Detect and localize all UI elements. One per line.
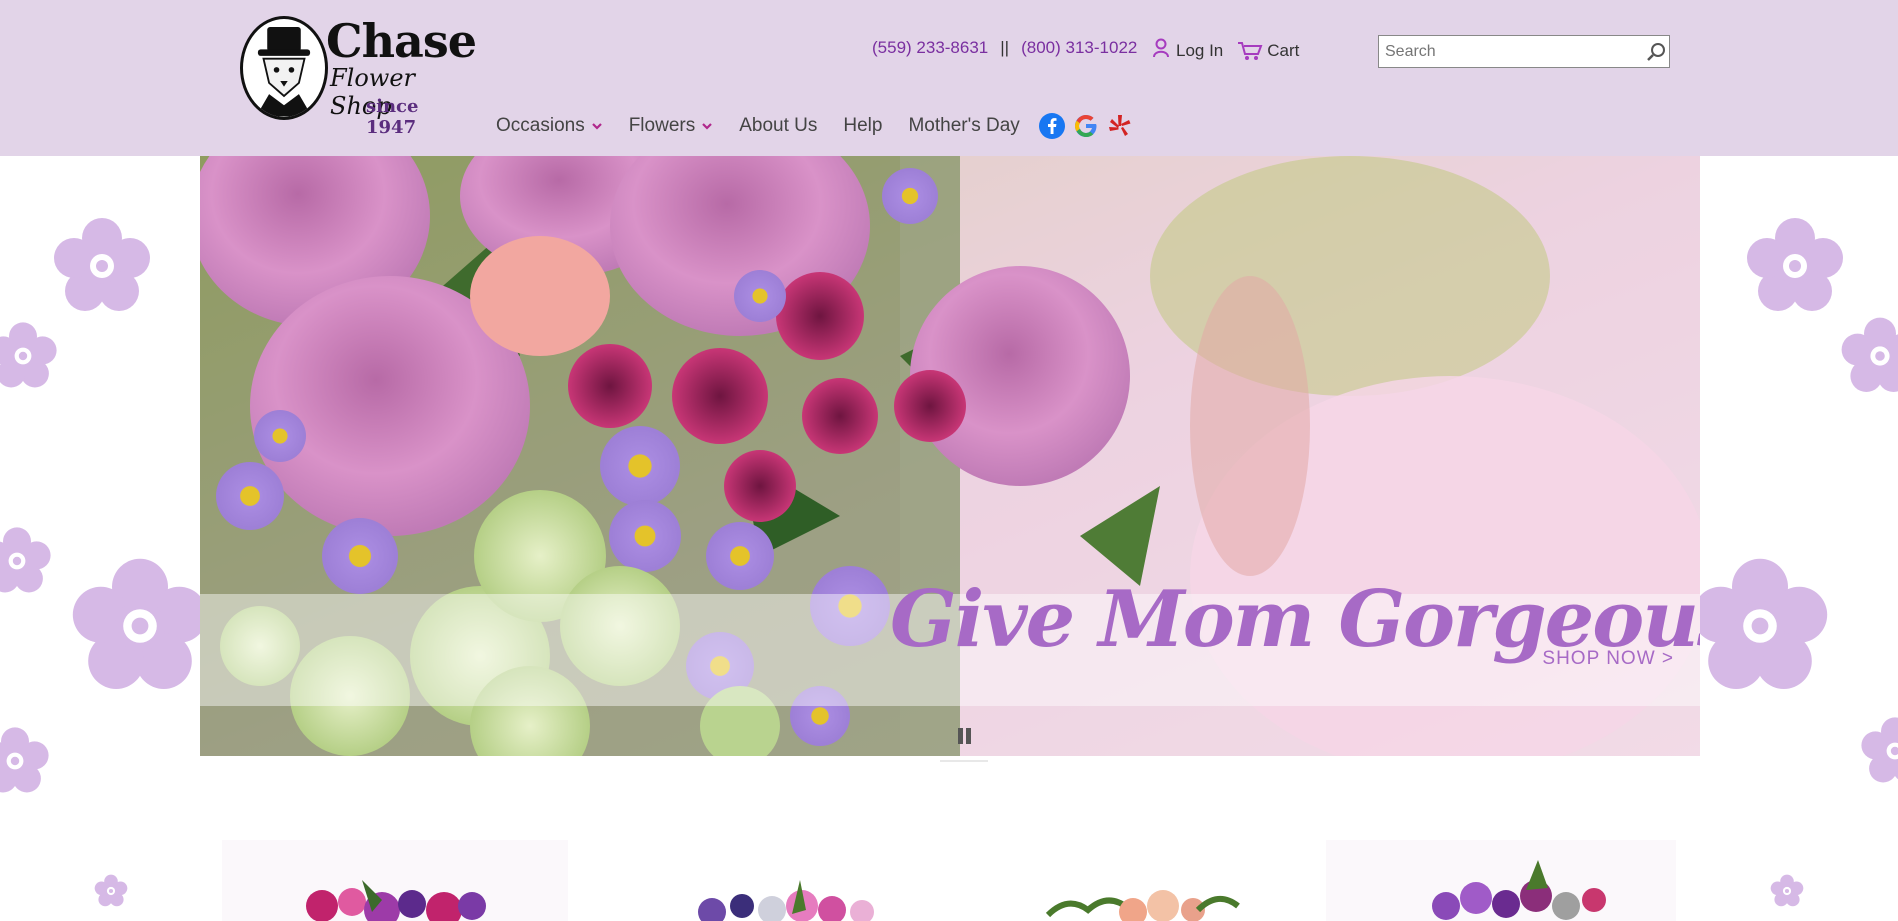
bg-flower-icon: [0, 527, 51, 593]
chevron-down-icon: [702, 123, 712, 130]
main-nav: Occasions Flowers About Us Help Mother's…: [496, 112, 1134, 140]
bg-flower-icon: [1841, 317, 1898, 392]
bg-flower-icon: [1692, 558, 1828, 689]
nav-item-label: Help: [843, 115, 883, 136]
bg-flower-icon: [0, 727, 49, 793]
nav-item-occasions[interactable]: Occasions: [496, 115, 603, 137]
facebook-icon[interactable]: [1038, 112, 1066, 140]
phone-separator: ||: [1000, 38, 1010, 57]
phone-link-local[interactable]: (559) 233-8631: [872, 38, 988, 57]
bg-flower-icon: [72, 558, 208, 689]
nav-item-flowers[interactable]: Flowers: [629, 115, 714, 137]
site-header: Chase Flower Shop since 1947 (559) 233-8…: [0, 0, 1898, 156]
nav-item-label: Occasions: [496, 115, 585, 136]
site-logo[interactable]: Chase Flower Shop since 1947: [240, 14, 477, 138]
product-card[interactable]: [222, 840, 568, 921]
search-input[interactable]: [1379, 36, 1643, 67]
nav-item-label: Mother's Day: [908, 115, 1020, 136]
nav-item-label: About Us: [739, 115, 818, 136]
fox-mascot-icon: [240, 16, 328, 120]
nav-item-about-us[interactable]: About Us: [739, 115, 817, 137]
hero-banner[interactable]: Give Mom Gorgeous SHOP NOW >: [200, 156, 1700, 756]
featured-products: [222, 840, 1676, 921]
product-image: [1432, 860, 1606, 920]
bg-flower-icon: [1747, 218, 1843, 311]
nav-item-label: Flowers: [628, 115, 696, 136]
nav-item-help[interactable]: Help: [843, 115, 882, 137]
logo-brand-text: Chase: [326, 14, 477, 68]
social-links: [1038, 112, 1134, 140]
carousel-indicator[interactable]: [940, 760, 988, 762]
logo-since-text: since 1947: [366, 96, 419, 138]
chevron-down-icon: [591, 123, 602, 130]
search-icon[interactable]: [1643, 39, 1669, 65]
yelp-icon[interactable]: [1106, 112, 1134, 140]
product-image: [698, 880, 874, 921]
search-box: [1378, 35, 1670, 68]
product-card[interactable]: [592, 840, 938, 921]
cart-label: Cart: [1267, 40, 1300, 60]
product-image: [1045, 890, 1240, 921]
nav-item-mothers-day[interactable]: Mother's Day: [908, 115, 1019, 137]
cart-icon: [1238, 41, 1263, 60]
product-card[interactable]: [958, 840, 1308, 921]
login-link[interactable]: Log In: [1176, 41, 1223, 61]
bg-flower-icon: [0, 322, 57, 388]
bg-flower-icon: [94, 874, 128, 907]
pause-icon[interactable]: [956, 728, 972, 746]
product-card[interactable]: [1326, 840, 1676, 921]
bg-flower-icon: [1770, 874, 1804, 907]
bg-flower-icon: [54, 218, 150, 311]
contact-phones: (559) 233-8631 || (800) 313-1022: [872, 38, 1137, 58]
phone-link-tollfree[interactable]: (800) 313-1022: [1021, 38, 1137, 57]
user-icon[interactable]: [1152, 38, 1170, 63]
bg-flower-icon: [1861, 717, 1898, 783]
account-links: Log In Cart: [1152, 38, 1299, 63]
cart-link[interactable]: Cart: [1237, 41, 1299, 61]
product-image: [306, 880, 486, 921]
shop-now-link[interactable]: SHOP NOW >: [1542, 648, 1674, 670]
google-icon[interactable]: [1072, 112, 1100, 140]
